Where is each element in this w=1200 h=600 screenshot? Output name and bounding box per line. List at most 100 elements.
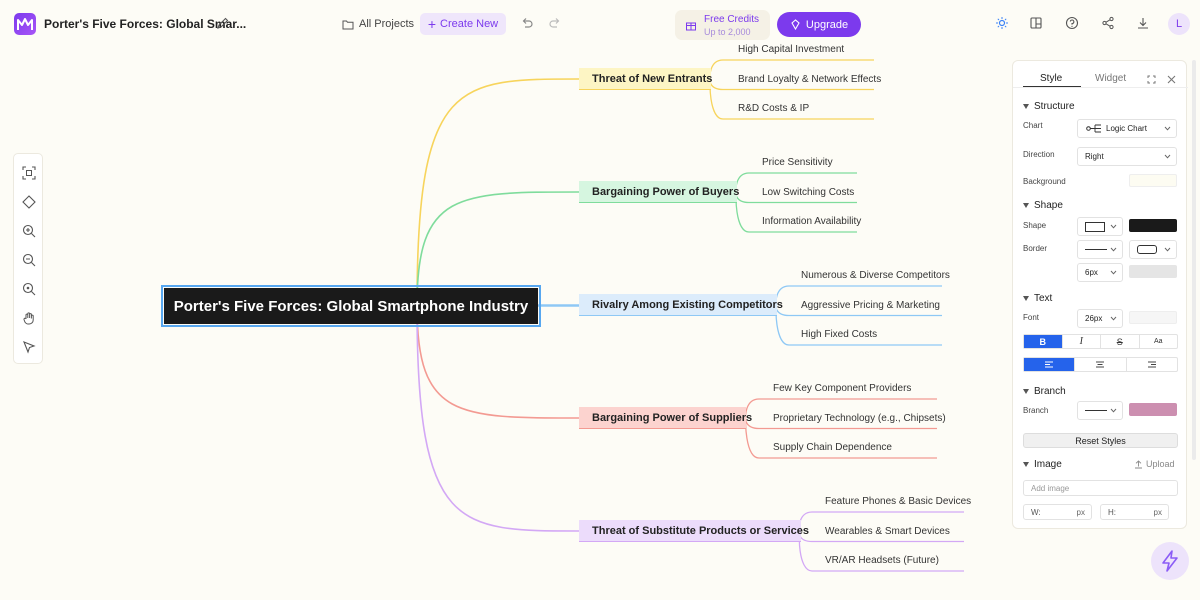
tab-style[interactable]: Style <box>1040 73 1062 84</box>
leaf-topic[interactable]: R&D Costs & IP <box>738 103 809 114</box>
border-shape-select[interactable] <box>1129 240 1177 259</box>
branch-color-swatch[interactable] <box>1129 403 1177 416</box>
rectangle-shape-icon <box>1085 221 1105 232</box>
expand-icon[interactable] <box>1147 75 1156 84</box>
structure-heading: Structure <box>1034 101 1075 112</box>
leaf-topic[interactable]: Feature Phones & Basic Devices <box>825 496 971 507</box>
align-center-button[interactable] <box>1075 358 1127 371</box>
direction-value: Right <box>1085 152 1104 161</box>
solid-line-icon <box>1085 249 1107 250</box>
height-label: H: <box>1108 507 1116 517</box>
chevron-down-icon <box>1164 154 1171 159</box>
leaf-topic[interactable]: Wearables & Smart Devices <box>825 526 950 537</box>
root-topic[interactable]: Porter's Five Forces: Global Smartphone … <box>161 285 541 327</box>
branch-section[interactable]: Branch <box>1023 386 1066 397</box>
leaf-topic[interactable]: High Fixed Costs <box>801 329 877 340</box>
width-label: W: <box>1031 507 1041 517</box>
upload-icon <box>1135 459 1142 468</box>
logic-chart-icon <box>1086 124 1101 133</box>
image-width-input[interactable]: W: px <box>1023 504 1092 520</box>
text-section[interactable]: Text <box>1023 293 1052 304</box>
close-icon[interactable] <box>1167 75 1176 84</box>
leaf-topic[interactable]: High Capital Investment <box>738 44 844 55</box>
ai-assistant-button[interactable] <box>1151 542 1189 580</box>
align-left-icon <box>1045 361 1054 368</box>
caret-down-icon <box>1023 104 1029 109</box>
leaf-topic[interactable]: Proprietary Technology (e.g., Chipsets) <box>773 413 946 424</box>
leaf-topic[interactable]: Few Key Component Providers <box>773 383 911 394</box>
upload-button[interactable]: Upload <box>1134 459 1175 469</box>
branch-heading: Branch <box>1034 386 1066 397</box>
add-image-placeholder: Add image <box>1031 483 1070 493</box>
border-width-value: 6px <box>1085 268 1098 277</box>
image-height-input[interactable]: H: px <box>1100 504 1169 520</box>
structure-section[interactable]: Structure <box>1023 101 1075 112</box>
chevron-down-icon <box>1110 270 1117 275</box>
reset-styles-button[interactable]: Reset Styles <box>1023 433 1178 448</box>
add-image-input[interactable]: Add image <box>1023 480 1178 496</box>
border-label: Border <box>1023 244 1048 253</box>
font-color-swatch[interactable] <box>1129 311 1177 324</box>
chart-type-select[interactable]: Logic Chart <box>1077 119 1177 138</box>
text-heading: Text <box>1034 293 1053 304</box>
bold-button[interactable]: B <box>1024 335 1063 348</box>
font-size-select[interactable]: 26px <box>1077 309 1123 328</box>
leaf-topic[interactable]: Low Switching Costs <box>762 187 854 198</box>
italic-button[interactable]: I <box>1063 335 1101 348</box>
tab-widget[interactable]: Widget <box>1095 73 1126 84</box>
font-size-value: 26px <box>1085 314 1103 323</box>
panel-scrollbar[interactable] <box>1192 60 1196 460</box>
upload-label: Upload <box>1146 459 1175 469</box>
leaf-topic[interactable]: Numerous & Diverse Competitors <box>801 270 950 281</box>
width-unit: px <box>1076 507 1085 517</box>
align-right-icon <box>1147 361 1156 368</box>
leaf-topic[interactable]: VR/AR Headsets (Future) <box>825 555 939 566</box>
chevron-down-icon <box>1164 126 1171 131</box>
align-right-button[interactable] <box>1127 358 1177 371</box>
branch-topic[interactable]: Rivalry Among Existing Competitors <box>579 294 783 316</box>
chevron-down-icon <box>1110 316 1117 321</box>
border-style-select[interactable] <box>1077 240 1123 259</box>
tab-divider <box>1013 87 1188 88</box>
align-left-button[interactable] <box>1024 358 1076 371</box>
branch-topic[interactable]: Bargaining Power of Suppliers <box>579 407 752 429</box>
branch-topic[interactable]: Threat of New Entrants <box>579 68 712 90</box>
chevron-down-icon <box>1110 224 1117 229</box>
strikethrough-button[interactable]: S <box>1101 335 1140 348</box>
branch-line-select[interactable] <box>1077 401 1123 420</box>
leaf-topic[interactable]: Price Sensitivity <box>762 157 833 168</box>
border-width-select[interactable]: 6px <box>1077 263 1123 282</box>
background-color-swatch[interactable] <box>1129 174 1177 187</box>
text-align-group <box>1023 357 1178 372</box>
shape-fill-swatch[interactable] <box>1129 219 1177 232</box>
branch-topic[interactable]: Bargaining Power of Buyers <box>579 181 739 203</box>
direction-label: Direction <box>1023 150 1055 159</box>
border-color-swatch[interactable] <box>1129 265 1177 278</box>
chevron-down-icon <box>1110 408 1117 413</box>
caret-down-icon <box>1023 462 1029 467</box>
font-label: Font <box>1023 313 1040 322</box>
shape-section[interactable]: Shape <box>1023 200 1063 211</box>
leaf-topic[interactable]: Information Availability <box>762 216 861 227</box>
image-heading: Image <box>1034 459 1062 470</box>
caret-down-icon <box>1023 203 1029 208</box>
rounded-rect-icon <box>1137 245 1157 254</box>
lightning-icon <box>1162 550 1178 572</box>
chart-label: Chart <box>1023 121 1043 130</box>
solid-line-icon <box>1085 410 1107 411</box>
leaf-topic[interactable]: Supply Chain Dependence <box>773 442 892 453</box>
leaf-topic[interactable]: Brand Loyalty & Network Effects <box>738 74 881 85</box>
image-section[interactable]: Image <box>1023 459 1062 470</box>
shape-heading: Shape <box>1034 200 1063 211</box>
background-label: Background <box>1023 177 1066 186</box>
caret-down-icon <box>1023 296 1029 301</box>
style-panel: Style Widget Structure Chart Logic Chart… <box>1012 60 1188 529</box>
chevron-down-icon <box>1110 247 1117 252</box>
branch-topic[interactable]: Threat of Substitute Products or Service… <box>579 520 809 542</box>
text-case-button[interactable]: Aa <box>1140 335 1178 348</box>
direction-select[interactable]: Right <box>1077 147 1177 166</box>
shape-select[interactable] <box>1077 217 1123 236</box>
chart-type-value: Logic Chart <box>1106 124 1147 133</box>
height-unit: px <box>1153 507 1162 517</box>
leaf-topic[interactable]: Aggressive Pricing & Marketing <box>801 300 940 311</box>
